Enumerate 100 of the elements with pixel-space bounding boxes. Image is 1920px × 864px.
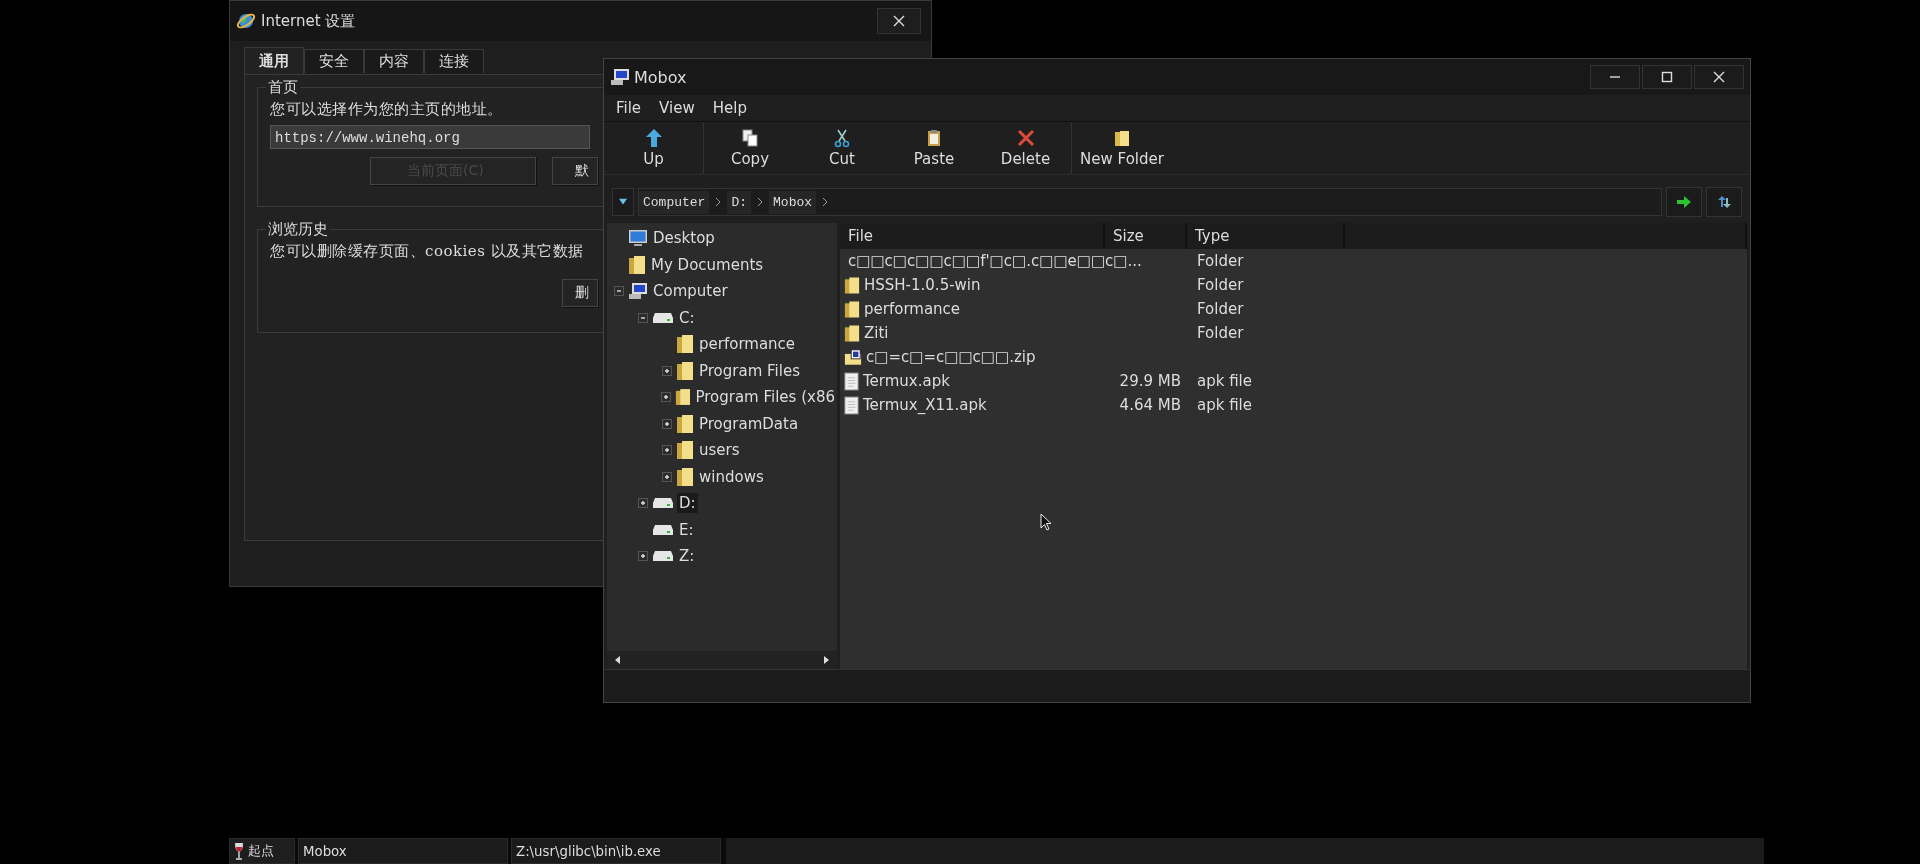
folder-icon — [676, 440, 694, 461]
wine-glass-icon — [234, 842, 244, 860]
scroll-left-icon[interactable] — [613, 655, 621, 665]
file-size: 4.64 MB — [1119, 396, 1181, 414]
computer-icon — [610, 68, 630, 86]
taskbar-button[interactable]: Z:\usr\glibc\bin\ib.exe — [511, 838, 721, 864]
computer-icon — [628, 282, 648, 301]
tree-item[interactable]: My Documents — [649, 254, 766, 275]
file-name[interactable]: Termux_X11.apk — [863, 396, 987, 414]
tree-toggle-icon[interactable] — [662, 418, 672, 429]
folder-icon — [628, 254, 646, 275]
group-label: 首页 — [266, 78, 300, 97]
file-name[interactable]: c□=c□=c□□c□□.zip — [866, 348, 1036, 366]
toolbar-button[interactable]: Copy — [704, 122, 796, 174]
tab[interactable]: 内容 — [364, 49, 424, 73]
tab[interactable]: 连接 — [424, 49, 484, 73]
toolbar-button[interactable]: Cut — [796, 122, 888, 174]
path-field[interactable]: Computer D: Mobox — [638, 188, 1662, 216]
folder-icon — [676, 466, 694, 487]
column-header[interactable]: Type — [1187, 223, 1345, 249]
triangle-icon — [619, 198, 627, 206]
description-text: 您可以选择作为您的主页的地址。 — [270, 100, 503, 119]
start-button[interactable]: 起点 — [229, 838, 295, 864]
tree-toggle-icon[interactable] — [662, 445, 672, 456]
tree-item[interactable]: C: — [677, 307, 697, 328]
maximize-icon — [1660, 70, 1674, 84]
file-type: apk file — [1197, 396, 1252, 414]
tree-item[interactable]: E: — [677, 519, 696, 540]
tab[interactable]: 安全 — [304, 49, 364, 73]
url-field[interactable]: https://www.winehq.org — [270, 125, 590, 149]
tab[interactable]: 通用 — [244, 47, 304, 74]
toolbar-button[interactable]: Up — [604, 122, 704, 174]
folder-icon — [844, 323, 860, 343]
file-type: apk file — [1197, 372, 1252, 390]
scroll-right-icon[interactable] — [823, 655, 831, 665]
archive-icon — [844, 348, 862, 366]
tree-item[interactable]: Program Files — [697, 360, 802, 381]
tree-item[interactable]: ProgramData — [697, 413, 801, 434]
file-name[interactable]: Termux.apk — [863, 372, 950, 390]
delete-button[interactable]: 删 — [562, 279, 598, 307]
dialog-button[interactable]: 默 — [552, 157, 598, 185]
tree-toggle-icon[interactable] — [662, 365, 672, 376]
scissors-icon — [832, 128, 852, 148]
column-header[interactable]: Size — [1105, 223, 1187, 249]
refresh-button[interactable] — [1706, 187, 1742, 217]
tree-item[interactable]: users — [697, 440, 742, 461]
document-icon — [844, 371, 859, 391]
folder-icon — [674, 387, 691, 408]
chevron-icon — [822, 197, 829, 207]
tree-item[interactable]: Program Files (x86 — [693, 387, 837, 408]
tree-toggle-icon[interactable] — [614, 286, 624, 297]
folder-icon — [676, 413, 694, 434]
tree-toggle-icon[interactable] — [638, 312, 648, 323]
breadcrumb-item[interactable]: D: — [727, 190, 752, 214]
file-name[interactable]: c□□c□c□□c□□f'□c□.c□□e□□c□... — [848, 252, 1142, 270]
toolbar-button[interactable]: Paste — [888, 122, 980, 174]
folder-icon — [1112, 128, 1132, 148]
document-icon — [844, 395, 859, 415]
breadcrumb-item[interactable]: Computer — [639, 190, 710, 214]
window-title: Internet 设置 — [261, 11, 356, 31]
menu-item[interactable]: View — [659, 99, 695, 117]
tree-toggle-icon[interactable] — [638, 498, 648, 509]
maximize-button[interactable] — [1642, 65, 1692, 89]
close-button[interactable] — [877, 8, 921, 34]
tree-item[interactable]: performance — [697, 334, 798, 355]
tree-item[interactable]: Z: — [677, 546, 697, 567]
go-button[interactable] — [1666, 187, 1702, 217]
arrow-icon — [1676, 195, 1692, 209]
tree-item[interactable]: windows — [697, 466, 766, 487]
close-icon — [892, 14, 906, 28]
taskbar-button[interactable]: Mobox — [298, 838, 508, 864]
globe-icon — [236, 11, 256, 31]
refresh-icon — [1716, 194, 1732, 210]
tree-toggle-icon[interactable] — [638, 551, 648, 562]
file-type: Folder — [1197, 324, 1244, 342]
start-label: 起点 — [248, 842, 274, 860]
chevron-icon — [715, 197, 722, 207]
menu-item[interactable]: Help — [712, 99, 747, 117]
toolbar-button[interactable]: Delete — [980, 122, 1072, 174]
close-button[interactable] — [1694, 65, 1744, 89]
tree-toggle-icon[interactable] — [661, 392, 672, 403]
folder-icon — [676, 360, 694, 381]
column-header[interactable]: File — [840, 223, 1105, 249]
drive-icon — [652, 497, 674, 510]
tree-item[interactable]: Computer — [651, 281, 730, 302]
tree-item[interactable]: Desktop — [651, 228, 717, 249]
folder-icon — [676, 334, 694, 355]
tree-toggle-icon[interactable] — [662, 471, 672, 482]
chevron-icon — [757, 197, 764, 207]
horizontal-scrollbar[interactable] — [607, 651, 837, 669]
file-name[interactable]: HSSH-1.0.5-win — [864, 276, 981, 294]
breadcrumb-item[interactable]: Mobox — [769, 190, 817, 214]
menu-item[interactable]: File — [616, 99, 642, 117]
dropdown-button[interactable] — [612, 188, 634, 216]
group-label: 浏览历史 — [266, 220, 330, 239]
drive-icon — [652, 523, 674, 536]
file-name[interactable]: performance — [864, 300, 961, 318]
tree-item[interactable]: D: — [677, 493, 698, 514]
file-name[interactable]: Ziti — [864, 324, 889, 342]
toolbar-button[interactable]: New Folder — [1072, 122, 1172, 174]
